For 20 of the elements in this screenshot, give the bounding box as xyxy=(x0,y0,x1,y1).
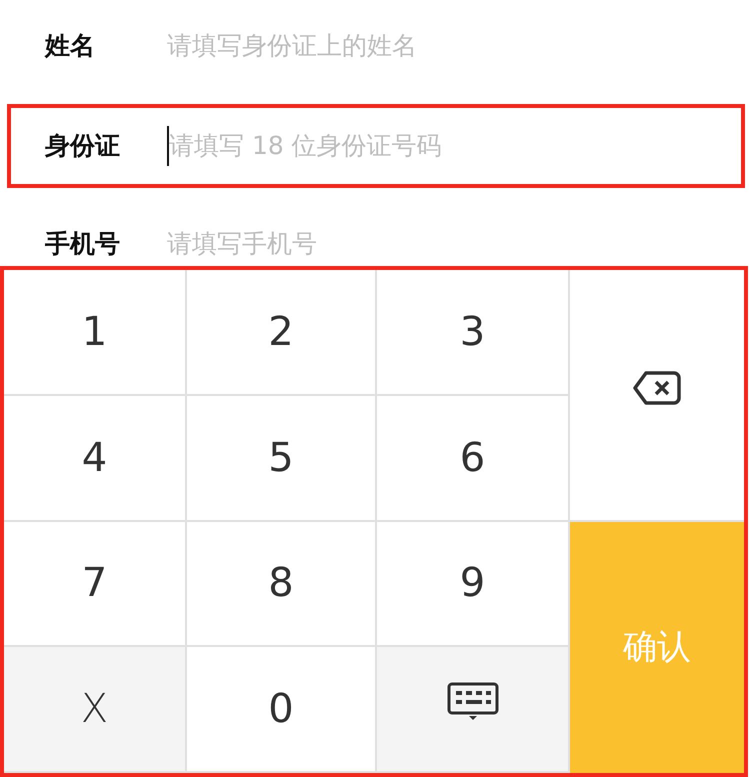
digit-key[interactable]: 7 xyxy=(4,522,187,648)
digit-key[interactable]: 3 xyxy=(377,270,570,396)
digit-key[interactable]: 8 xyxy=(187,522,377,648)
digit-key[interactable]: 0 xyxy=(187,647,377,773)
input-field[interactable]: 请填写 18 位身份证号码 xyxy=(169,127,741,165)
hide-keyboard-key[interactable] xyxy=(377,647,570,773)
field-label: 手机号 xyxy=(44,228,121,260)
input-field[interactable]: 请填写手机号 xyxy=(167,224,741,262)
digit-key[interactable]: 9 xyxy=(377,522,570,648)
backspace-icon xyxy=(632,370,682,406)
digit-key[interactable]: 2 xyxy=(187,270,377,396)
digit-key[interactable]: 4 xyxy=(4,396,187,522)
digit-key[interactable]: 1 xyxy=(4,270,187,396)
digit-key[interactable]: 5 xyxy=(187,396,377,522)
input-field[interactable]: 请填写身份证上的姓名 xyxy=(167,27,741,65)
letter-key[interactable]: X xyxy=(4,647,187,773)
field-label: 身份证 xyxy=(44,130,121,162)
digit-key[interactable]: 6 xyxy=(377,396,570,522)
field-label: 姓名 xyxy=(44,30,96,62)
keyboard-icon xyxy=(446,682,498,720)
